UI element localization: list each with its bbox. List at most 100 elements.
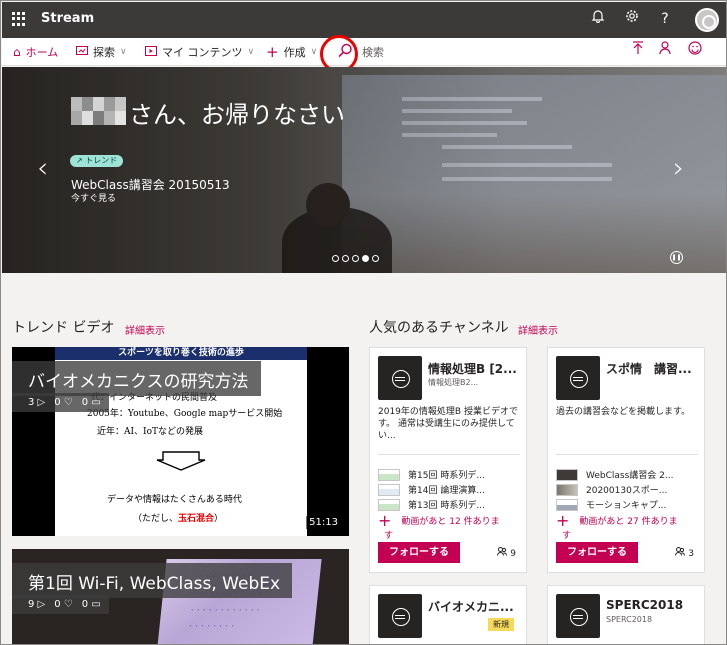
search-input[interactable]: 検索: [362, 43, 384, 61]
video-title[interactable]: 第1回 Wi-Fi, WebClass, WebEx: [12, 563, 292, 598]
channel-description: 2019年の情報処理B 授業ビデオです。 通常は受講生にのみ提供してい...: [378, 407, 518, 441]
channels-more-link[interactable]: 詳細表示: [518, 322, 558, 337]
welcome-message: さん、お帰りなさい: [129, 101, 345, 129]
channel-name[interactable]: SPERC2018: [606, 598, 683, 612]
followers-icon: [497, 547, 508, 556]
channel-card[interactable]: 情報処理B [2... 情報処理B2... 2019年の情報処理B 授業ビデオで…: [369, 347, 527, 573]
channel-video-item[interactable]: 第15回 時系列デ...: [378, 468, 485, 481]
nav-create[interactable]: + 作成 ∨: [266, 43, 317, 61]
channel-video-title: モーションキャプ...: [586, 501, 667, 511]
carousel-dot-active[interactable]: [362, 255, 369, 262]
channel-card[interactable]: スポ情 講習... 過去の講習会などを掲載します。 WebClass講習会 2.…: [547, 347, 705, 573]
nav-explore[interactable]: 探索 ∨: [76, 43, 127, 61]
views-count: 3 ▷: [28, 397, 46, 408]
trending-more-link[interactable]: 詳細表示: [125, 322, 165, 337]
nav-home[interactable]: ⌂ ホーム: [13, 43, 58, 61]
channel-card[interactable]: バイオメカニ... 新規: [369, 585, 527, 644]
channel-logo: [378, 594, 422, 638]
channel-card[interactable]: SPERC2018 SPERC2018: [547, 585, 705, 644]
pause-icon[interactable]: ❚❚: [670, 251, 683, 264]
channel-video-item[interactable]: 20200130スポー...: [556, 483, 667, 496]
video-stats: 3 ▷ 0 ♡ 0 ▭: [12, 393, 109, 412]
person-icon[interactable]: [656, 41, 676, 61]
channel-name[interactable]: スポ情 講習...: [606, 360, 692, 377]
carousel-dot[interactable]: [342, 255, 349, 262]
smiley-icon[interactable]: [685, 41, 705, 61]
video-stats: 9 ▷ 0 ♡ 0 ▭: [12, 595, 109, 614]
trend-badge-label: トレンド: [85, 156, 118, 165]
search-placeholder: 検索: [362, 46, 384, 59]
channel-name[interactable]: 情報処理B [2...: [428, 360, 517, 377]
channel-video-title: 第14回 論理演算...: [408, 486, 485, 496]
carousel-prev-icon[interactable]: ‹: [37, 151, 48, 184]
carousel-dot[interactable]: [372, 255, 379, 262]
avatar[interactable]: [695, 8, 719, 32]
nav-my-content-label: マイ コンテンツ: [162, 46, 243, 59]
slide-arrow-icon: [156, 451, 206, 471]
video-thumb: [556, 498, 578, 511]
follow-button[interactable]: フォローする: [378, 542, 460, 563]
comments-value: 0: [81, 397, 89, 408]
gear-icon[interactable]: [622, 9, 642, 29]
app-name[interactable]: Stream: [41, 11, 94, 26]
top-bar: Stream ?: [2, 2, 726, 38]
channel-subtitle: 情報処理B2...: [428, 378, 479, 387]
comments-count: 0 ▭: [81, 397, 101, 408]
video-title-box: 第1回 Wi-Fi, WebClass, WebEx: [12, 563, 293, 598]
channel-video-title: 20200130スポー...: [586, 486, 668, 496]
comments-count: 0 ▭: [81, 599, 101, 610]
likes-count: 0 ♡: [54, 599, 73, 610]
more-videos-text: 動画があと 12 件ありま: [401, 517, 500, 527]
channel-video-item[interactable]: WebClass講習会 2...: [556, 468, 673, 481]
more-videos-link[interactable]: + 動画があと 12 件ありま: [378, 512, 500, 528]
comments-value: 0: [81, 599, 89, 610]
video-card[interactable]: スポーツを取り巻く技術の進歩 代：インターネットの民間普及 2005年：Yout…: [12, 347, 349, 536]
slide-line: （ただし、玉石混合）: [133, 511, 223, 524]
channel-logo: [556, 594, 600, 638]
video-card[interactable]: ・・・・・・・・・ ・・・・・・・・・・・・ ・・・・・・・・・・・・ ・・・・…: [12, 549, 349, 644]
followers-icon: [675, 547, 686, 556]
followers-count: 3: [675, 547, 694, 559]
bell-icon[interactable]: [588, 9, 608, 29]
channel-video-item[interactable]: 第13回 時系列デ...: [378, 498, 485, 511]
video-title[interactable]: バイオメカニクスの研究方法: [12, 361, 261, 396]
carousel-dot[interactable]: [332, 255, 339, 262]
video-thumb: [556, 468, 578, 481]
carousel-dot[interactable]: [352, 255, 359, 262]
help-icon[interactable]: ?: [655, 9, 675, 29]
slide-text-part: （ただし、: [133, 514, 179, 524]
trend-badge: ↗ トレンド: [70, 155, 124, 167]
home-icon: ⌂: [13, 45, 21, 59]
followers-value: 3: [688, 549, 694, 559]
followers-value: 9: [510, 549, 516, 559]
channel-video-item[interactable]: モーションキャプ...: [556, 498, 666, 511]
carousel-next-icon[interactable]: ›: [673, 151, 684, 184]
more-videos-text: 動画があと 27 件ありま: [579, 517, 678, 527]
slide-header: スポーツを取り巻く技術の進歩: [55, 347, 307, 360]
nav-my-content[interactable]: マイ コンテンツ ∨: [145, 43, 254, 61]
channel-video-item[interactable]: 第14回 論理演算...: [378, 483, 485, 496]
more-videos-link[interactable]: + 動画があと 27 件ありま: [556, 512, 678, 528]
channel-video-title: WebClass講習会 2...: [586, 471, 674, 481]
video-thumb: [378, 483, 400, 496]
channel-logo: [378, 356, 422, 400]
followers-count: 9: [497, 547, 516, 559]
upload-icon[interactable]: [628, 41, 648, 61]
watch-now-link[interactable]: 今すぐ見る: [71, 191, 116, 204]
follow-button[interactable]: フォローする: [556, 542, 638, 563]
channels-title: 人気のあるチャンネル: [369, 320, 509, 336]
video-title-box: バイオメカニクスの研究方法: [12, 361, 261, 396]
nav-create-label: 作成: [283, 46, 306, 59]
slide-line: データや情報はたくさんある時代: [107, 495, 242, 505]
likes-value: 0: [54, 397, 61, 408]
more-videos-text-cont: す: [562, 531, 572, 541]
views-value: 3: [28, 397, 35, 408]
channel-video-title: 第15回 時系列デ...: [408, 471, 485, 481]
more-videos-text-cont: す: [384, 531, 394, 541]
app-launcher-icon[interactable]: [12, 12, 26, 26]
chevron-down-icon: ∨: [247, 47, 255, 57]
channel-name[interactable]: バイオメカニ...: [428, 598, 514, 615]
slide-text-part: ）: [214, 514, 224, 524]
chevron-down-icon: ∨: [120, 47, 127, 57]
chevron-down-icon: ∨: [310, 47, 318, 57]
